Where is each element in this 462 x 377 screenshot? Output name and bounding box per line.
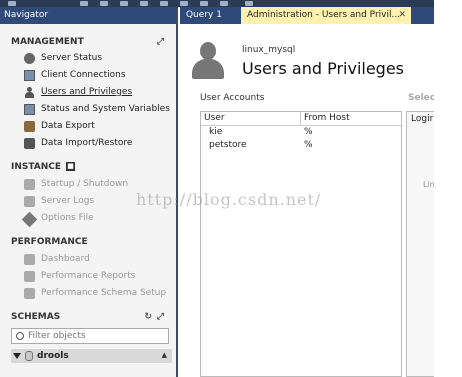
watermark-text: http://blog.csdn.net/ <box>136 190 322 209</box>
import-icon <box>24 137 35 149</box>
table-header: User From Host <box>201 112 401 126</box>
wrench-icon <box>21 211 38 228</box>
user-avatar-icon <box>192 42 224 80</box>
table-row[interactable]: petstore % <box>201 139 401 152</box>
collapse-triangle-icon[interactable] <box>13 353 21 359</box>
toolbar-button-icon[interactable] <box>245 1 253 6</box>
schemas-section-title: SCHEMAS ↻ ⤢ <box>11 311 164 324</box>
toolbar-button-icon[interactable] <box>160 1 168 6</box>
account-details-panel: Logir Lim <box>406 111 437 377</box>
nav-item-server-status[interactable]: Server Status <box>24 51 102 65</box>
page-title: Users and Privileges <box>242 59 405 78</box>
instance-section-title: INSTANCE ■ <box>11 162 76 172</box>
user-accounts-table[interactable]: User From Host kie % petstore % <box>200 111 402 377</box>
power-icon <box>24 178 35 190</box>
dashboard-icon <box>24 253 35 265</box>
user-accounts-label: User Accounts <box>200 93 265 103</box>
toolbar-button-icon[interactable] <box>180 1 188 6</box>
nav-item-performance-reports[interactable]: Performance Reports <box>24 269 135 283</box>
tab-administration-users[interactable]: Administration - Users and Privil... ✕ <box>241 7 411 24</box>
filter-objects-box[interactable] <box>11 328 169 344</box>
top-toolbar <box>0 0 434 7</box>
nav-item-startup-shutdown[interactable]: Startup / Shutdown <box>24 177 128 191</box>
nav-item-users-and-privileges[interactable]: Users and Privileges <box>24 85 132 99</box>
toolbar-button-icon[interactable] <box>140 1 148 6</box>
nav-item-status-system-variables[interactable]: Status and System Variables <box>24 102 170 116</box>
schema-item-drools[interactable]: drools ▲ <box>11 349 172 363</box>
performance-section-title: PERFORMANCE <box>11 237 88 247</box>
toolbar-button-icon[interactable] <box>120 1 128 6</box>
navigator-header: Navigator <box>0 7 176 24</box>
reports-icon <box>24 270 35 282</box>
nav-item-options-file[interactable]: Options File <box>21 211 94 228</box>
toolbar-button-icon[interactable] <box>200 1 208 6</box>
close-tab-icon[interactable]: ✕ <box>398 7 406 24</box>
play-circle-icon <box>24 52 35 64</box>
export-icon <box>24 120 35 132</box>
database-icon <box>25 351 33 361</box>
nav-item-client-connections[interactable]: Client Connections <box>24 68 126 82</box>
nav-item-data-export[interactable]: Data Export <box>24 119 95 133</box>
nav-item-server-logs[interactable]: Server Logs <box>24 194 94 208</box>
toolbar-button-icon[interactable] <box>100 1 108 6</box>
nav-item-performance-schema-setup[interactable]: Performance Schema Setup <box>24 286 166 300</box>
nav-item-data-import[interactable]: Data Import/Restore <box>24 136 132 150</box>
connection-name: linux_mysql <box>242 45 296 55</box>
expand-icon[interactable]: ⤢ <box>157 311 164 324</box>
nav-item-dashboard[interactable]: Dashboard <box>24 252 90 266</box>
logs-icon <box>24 195 35 207</box>
toolbar-button-icon[interactable] <box>80 1 88 6</box>
toolbar-button-icon[interactable] <box>8 1 16 6</box>
refresh-schemas-icon[interactable]: ↻ <box>144 311 152 324</box>
instance-icon[interactable]: ■ <box>66 162 76 171</box>
toolbar-button-icon[interactable] <box>220 1 228 6</box>
search-icon <box>16 332 24 340</box>
monitor-icon <box>24 69 35 81</box>
variables-icon <box>24 103 35 115</box>
scroll-up-icon[interactable]: ▲ <box>162 351 167 359</box>
tab-login[interactable]: Logir <box>411 114 433 124</box>
user-icon <box>24 86 35 98</box>
schema-setup-icon <box>24 287 35 299</box>
column-header-from-host[interactable]: From Host <box>301 112 350 125</box>
tab-bar: Query 1 Administration - Users and Privi… <box>180 7 434 24</box>
expand-icon[interactable]: ⤢ <box>157 36 164 49</box>
filter-objects-input[interactable] <box>28 331 158 341</box>
column-header-user[interactable]: User <box>201 112 301 125</box>
management-section-title: MANAGEMENT ⤢ <box>11 36 164 49</box>
page-margin <box>434 0 462 377</box>
tab-query-1[interactable]: Query 1 <box>180 7 228 24</box>
select-label: Selec <box>408 93 436 103</box>
table-row[interactable]: kie % <box>201 126 401 139</box>
